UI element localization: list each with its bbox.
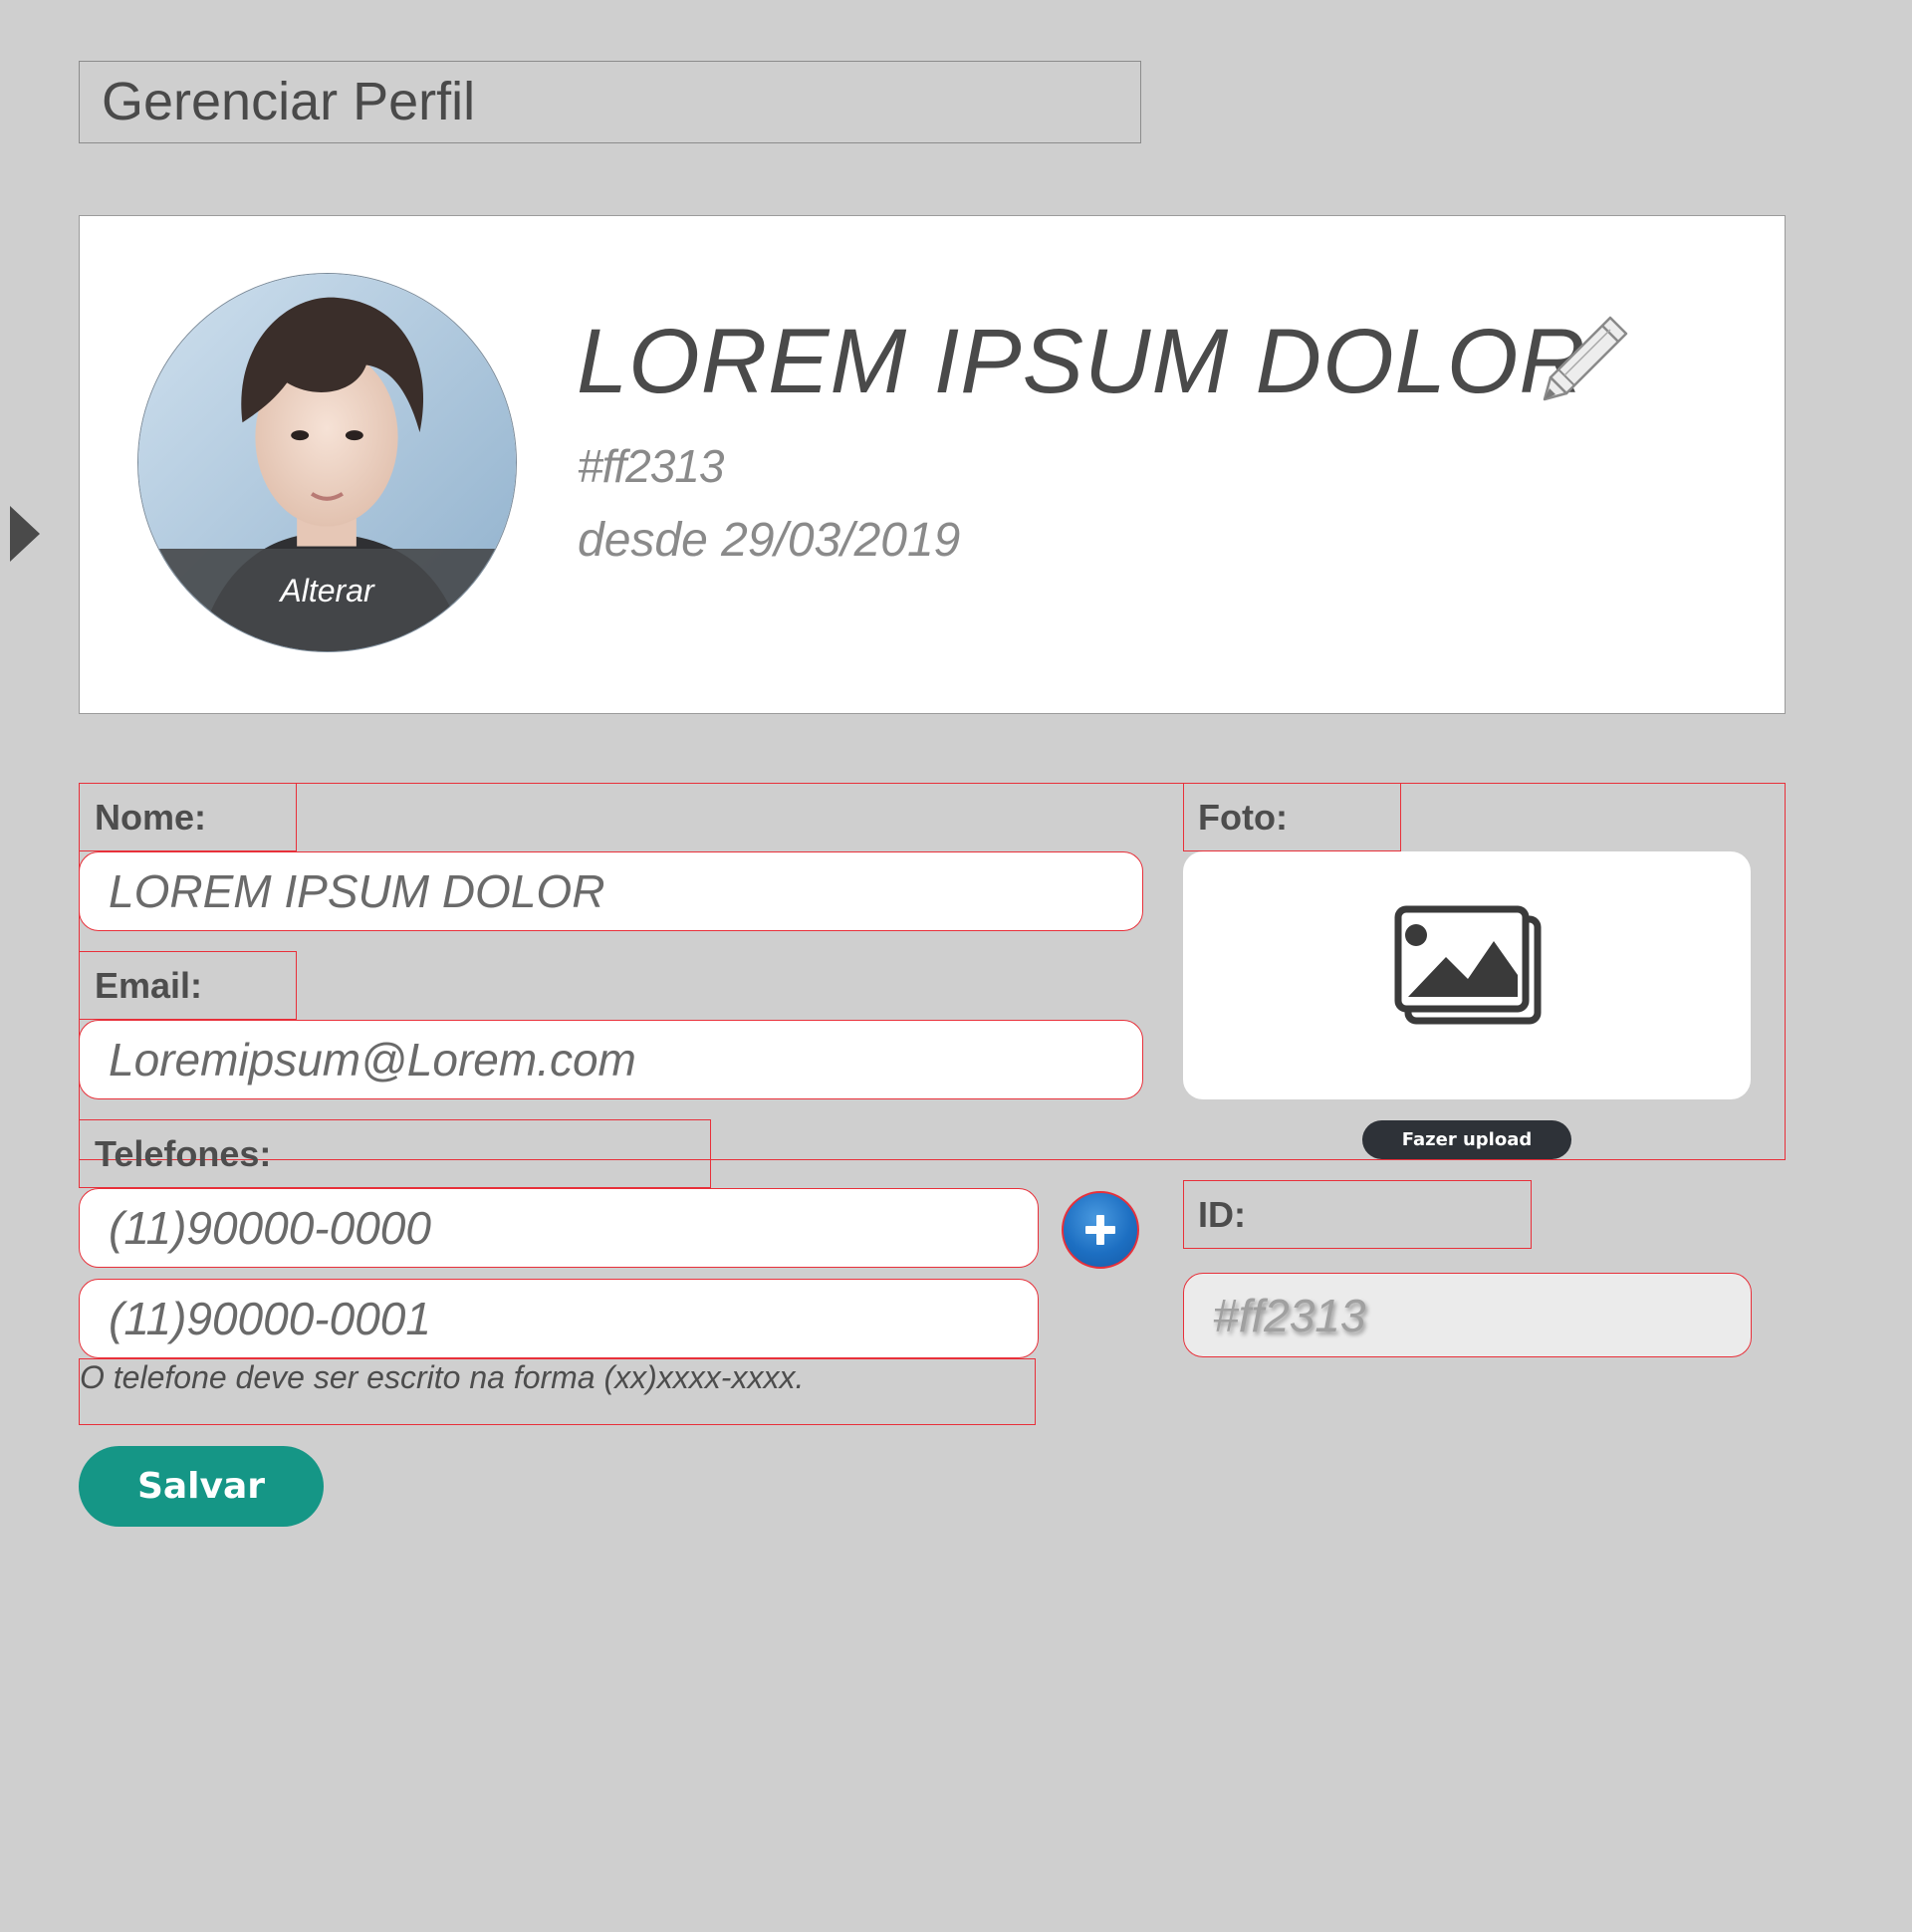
photo-upload-area[interactable]	[1183, 851, 1751, 1099]
name-label: Nome:	[95, 797, 207, 838]
page-title-box: Gerenciar Perfil	[79, 61, 1141, 143]
profile-id: #ff2313	[578, 440, 724, 492]
profile-name: LOREM IPSUM DOLOR	[577, 311, 1586, 412]
email-input[interactable]	[79, 1020, 1143, 1099]
save-button[interactable]: Salvar	[79, 1446, 324, 1527]
id-label: ID:	[1198, 1194, 1246, 1235]
profile-card: Alterar LOREM IPSUM DOLOR #ff2313 desde …	[79, 215, 1786, 714]
avatar-change-label[interactable]: Alterar	[138, 573, 516, 609]
pencil-icon[interactable]	[1541, 314, 1630, 401]
photo-label: Foto:	[1198, 797, 1288, 838]
email-label: Email:	[95, 965, 203, 1006]
upload-button[interactable]: Fazer upload	[1362, 1120, 1571, 1159]
name-input[interactable]	[79, 851, 1143, 931]
image-gallery-icon	[1394, 905, 1542, 1025]
page-title: Gerenciar Perfil	[102, 72, 476, 131]
add-phone-button[interactable]	[1062, 1191, 1139, 1269]
phone-format-hint: O telefone deve ser escrito na forma (xx…	[80, 1359, 805, 1395]
id-field	[1183, 1273, 1752, 1357]
avatar[interactable]: Alterar	[137, 273, 517, 652]
phones-label: Telefones:	[95, 1133, 272, 1174]
profile-member-since: desde 29/03/2019	[578, 514, 961, 567]
plus-icon	[1085, 1215, 1115, 1245]
caret-right-icon[interactable]	[10, 506, 40, 562]
phone-input-1[interactable]	[79, 1188, 1039, 1268]
phone-input-2[interactable]	[79, 1279, 1039, 1358]
